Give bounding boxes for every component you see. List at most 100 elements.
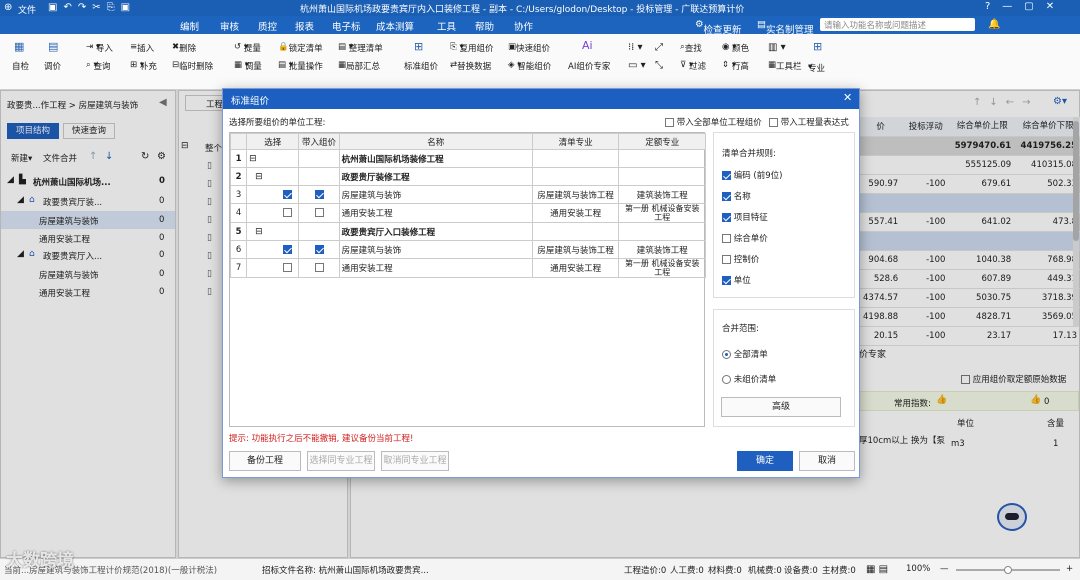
menu-cost[interactable]: 成本测算	[376, 19, 414, 33]
select-checkbox[interactable]	[283, 208, 293, 217]
tree-toggle-icon[interactable]: ⊟	[249, 172, 263, 182]
collapse-icon[interactable]: ⤡	[655, 60, 663, 71]
cancel-same-button[interactable]: 取消同专业工程	[381, 451, 449, 471]
extract-button[interactable]: ↺ 提量 ▾	[234, 42, 261, 54]
self-check-button[interactable]: 自检	[12, 60, 29, 72]
filter-button[interactable]: ⊽ 过滤 ▾	[680, 60, 706, 72]
select-checkbox[interactable]	[283, 189, 293, 199]
find-button[interactable]: ⌕ 查找	[680, 42, 702, 54]
table-row[interactable]: 3 房屋建筑与装饰 房屋建筑与装饰工程 建筑装饰工程	[229, 185, 706, 204]
adjust-qty-button[interactable]: ▦ 调量 ▾	[234, 60, 262, 72]
tree-toggle-icon[interactable]: ⊟	[249, 227, 263, 237]
checkbox[interactable]	[722, 255, 731, 264]
lock-list-button[interactable]: 🔒 锁定清单	[278, 42, 323, 54]
bring-checkbox[interactable]	[314, 244, 324, 254]
checkbox[interactable]	[769, 118, 778, 127]
close-icon[interactable]: ✕	[843, 91, 852, 104]
select-same-button[interactable]: 选择同专业工程	[307, 451, 375, 471]
cancel-button[interactable]: 取消	[799, 451, 855, 471]
bell-icon[interactable]: 🔔	[988, 19, 1000, 30]
real-name-button[interactable]: ▤ 实名制管理	[757, 19, 814, 36]
window-title: 杭州萧山国际机场政要贵宾厅内入口装修工程 - 副本 - C:/Users/glo…	[300, 5, 745, 15]
select-checkbox[interactable]	[283, 263, 293, 272]
checkbox[interactable]	[722, 213, 731, 222]
advanced-button[interactable]: 高级	[721, 397, 841, 417]
scope-unpriced[interactable]: 未组价清单	[722, 373, 776, 385]
rule-control-price[interactable]: 控制价	[722, 253, 759, 265]
supplement-button[interactable]: ⊞ 补充 ▾	[130, 60, 157, 72]
scope-all[interactable]: 全部清单	[722, 348, 768, 360]
toolbar-button[interactable]: ▦ 工具栏	[768, 60, 802, 72]
check-update-button[interactable]: ⚙ 检查更新	[695, 19, 742, 36]
zoom-in-icon[interactable]: +	[1066, 564, 1073, 574]
menu-collab[interactable]: 协作	[514, 19, 533, 33]
checkbox[interactable]	[665, 118, 674, 127]
checkbox[interactable]	[722, 192, 731, 201]
select-checkbox[interactable]	[283, 244, 293, 254]
specialty-button[interactable]: 专业 ▾	[808, 62, 825, 74]
search-box[interactable]: 请输入功能名称或问题描述	[820, 18, 975, 31]
format-icon-2[interactable]: ▭ ▾	[628, 60, 646, 71]
row-height-button[interactable]: ⇕ 行高 ▾	[722, 60, 749, 72]
menu-tools[interactable]: 工具	[437, 19, 456, 33]
reuse-pricing-button[interactable]: ⎘ 复用组价 ▾	[450, 42, 494, 54]
table-row[interactable]: 4 通用安装工程 通用安装工程 第一册 机械设备安装工程	[229, 203, 706, 223]
status-cost: 工程造价:0	[624, 566, 667, 576]
radio[interactable]	[722, 375, 731, 384]
rule-code[interactable]: 编码 (前9位)	[722, 169, 782, 181]
menu-qc[interactable]: 质控	[258, 19, 277, 33]
adjust-price-button[interactable]: 调价	[44, 60, 61, 72]
zoom-slider[interactable]	[956, 566, 1060, 574]
status-labor: 人工费:0	[670, 566, 704, 576]
partial-summary-button[interactable]: ▦ 局部汇总	[338, 60, 380, 72]
rule-unit-price[interactable]: 综合单价	[722, 232, 768, 244]
menu-help[interactable]: 帮助	[475, 19, 494, 33]
zoom-thumb[interactable]	[1004, 566, 1012, 574]
backup-button[interactable]: 备份工程	[229, 451, 301, 471]
merge-rules-panel: 清单合并规则: 编码 (前9位) 名称 项目特征 综合单价 控制价 单位	[713, 132, 855, 298]
checkbox[interactable]	[722, 171, 731, 180]
batch-op-button[interactable]: ▤ 批量操作 ▾	[278, 60, 323, 72]
file-menu[interactable]: 文件	[18, 3, 36, 16]
bring-checkbox[interactable]	[314, 208, 324, 217]
insert-button[interactable]: ≡ 插入	[130, 42, 154, 54]
query-button[interactable]: ⌕ 查询 ▾	[86, 60, 110, 72]
table-row[interactable]: 6 房屋建筑与装饰 房屋建筑与装饰工程 建筑装饰工程	[229, 240, 706, 259]
opt-all-units[interactable]: 带入全部单位工程组价	[665, 116, 762, 128]
radio[interactable]	[722, 350, 731, 359]
rule-unit[interactable]: 单位	[722, 274, 751, 286]
bring-checkbox[interactable]	[314, 189, 324, 199]
table-row[interactable]: 1 ⊟ 杭州萧山国际机场装修工程	[229, 149, 706, 168]
menu-report[interactable]: 报表	[295, 19, 314, 33]
checkbox[interactable]	[722, 276, 731, 285]
quick-pricing-button[interactable]: ▣ 快速组价	[508, 42, 550, 54]
rule-feature[interactable]: 项目特征	[722, 211, 768, 223]
table-row[interactable]: 5 ⊟ 政要贵宾厅入口装修工程	[229, 222, 706, 241]
menu-e-bid[interactable]: 电子标	[332, 19, 361, 33]
ok-button[interactable]: 确定	[737, 451, 793, 471]
import-button[interactable]: ⇥ 导入 ▾	[86, 42, 113, 54]
window-controls[interactable]: ?—▢✕	[985, 1, 1066, 12]
rule-name[interactable]: 名称	[722, 190, 751, 202]
grid-view-icon[interactable]: ▦ ▤	[866, 564, 888, 575]
standard-pricing-button[interactable]: 标准组价	[404, 60, 438, 72]
replace-data-button[interactable]: ⇄ 替换数据	[450, 60, 491, 72]
expand-icon[interactable]: ⤢	[655, 42, 663, 53]
bring-checkbox[interactable]	[314, 263, 324, 272]
table-row[interactable]: 2 ⊟ 政要贵厅装修工程	[229, 167, 706, 186]
format-icon-1[interactable]: ⁝⁞ ▾	[628, 42, 643, 53]
table-row[interactable]: 7 通用安装工程 通用安装工程 第一册 机械设备安装工程	[229, 258, 706, 278]
quick-access-icons[interactable]: ▣↶↷✂⎘▣	[48, 2, 136, 13]
checkbox[interactable]	[722, 234, 731, 243]
menu-review[interactable]: 审核	[220, 19, 239, 33]
temp-delete-button[interactable]: ⊟ 临时删除	[172, 60, 213, 72]
organize-list-button[interactable]: ▤ 整理清单 ▾	[338, 42, 383, 54]
tree-toggle-icon[interactable]: ⊟	[249, 154, 257, 164]
opt-expression[interactable]: 带入工程量表达式	[769, 116, 849, 128]
view-icon[interactable]: ▥ ▾	[768, 42, 786, 53]
zoom-out-icon[interactable]: —	[940, 564, 949, 574]
color-button[interactable]: ◉ 颜色 ▾	[722, 42, 749, 54]
smart-pricing-button[interactable]: ◈ 智能组价 ▾	[508, 60, 551, 72]
delete-button[interactable]: ✖ 删除	[172, 42, 196, 54]
ai-expert-button[interactable]: AI组价专家	[568, 60, 610, 72]
